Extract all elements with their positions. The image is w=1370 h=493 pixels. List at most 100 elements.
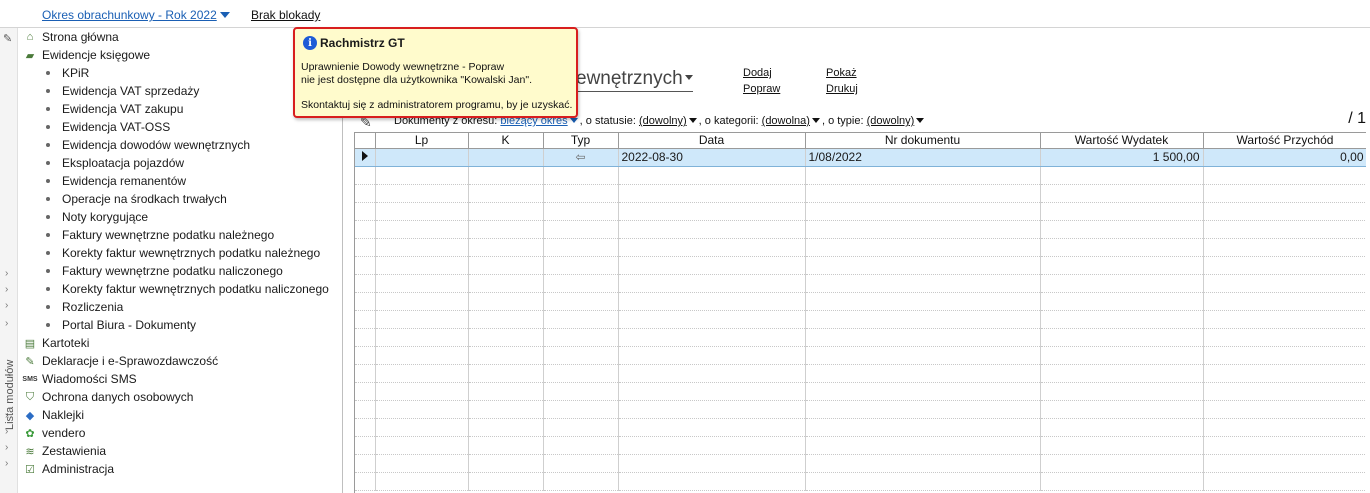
- show-link[interactable]: Pokaż: [826, 67, 857, 79]
- table-row-empty[interactable]: [355, 238, 1366, 257]
- table-row-empty[interactable]: [355, 400, 1366, 419]
- sidebar-subitem-vat-oss[interactable]: Ewidencja VAT-OSS: [46, 118, 170, 136]
- expand-chevron-icon[interactable]: ›: [5, 442, 8, 453]
- sidebar-subitem-vat-sales[interactable]: Ewidencja VAT sprzedaży: [46, 82, 199, 100]
- table-row-empty[interactable]: [355, 328, 1366, 347]
- edit-link[interactable]: Popraw: [743, 83, 780, 95]
- table-row-empty[interactable]: [355, 274, 1366, 293]
- empty-cell: [1203, 274, 1366, 293]
- table-row-empty[interactable]: [355, 454, 1366, 473]
- sidebar-item-home[interactable]: ⌂ Strona główna: [22, 28, 119, 46]
- column-header-nr[interactable]: Nr dokumentu: [805, 133, 1041, 149]
- sidebar-subitem-inventory[interactable]: Ewidencja remanentów: [46, 172, 186, 190]
- empty-cell: [1203, 202, 1366, 221]
- register-title-dropdown[interactable]: ewnętrznych: [576, 68, 693, 92]
- category-filter-dropdown[interactable]: (dowolna): [762, 115, 820, 127]
- sidebar-subitem-correction-notes[interactable]: Noty korygujące: [46, 208, 148, 226]
- period-dropdown[interactable]: Okres obrachunkowy - Rok 2022: [42, 8, 230, 22]
- empty-cell: [543, 310, 619, 329]
- empty-cell: [375, 472, 469, 491]
- empty-cell: [355, 310, 376, 329]
- empty-cell: [1040, 238, 1204, 257]
- sidebar-item-sms[interactable]: SMS Wiadomości SMS: [22, 370, 136, 388]
- documents-table[interactable]: Lp K Typ Data Nr dokumentu Wartość Wydat…: [354, 132, 1366, 493]
- sidebar-item-reports[interactable]: ≋ Zestawienia: [22, 442, 106, 460]
- table-row-empty[interactable]: [355, 292, 1366, 311]
- expand-chevron-icon[interactable]: ›: [5, 318, 8, 329]
- empty-cell: [1203, 418, 1366, 437]
- table-row[interactable]: ⇦ 2022-08-30 1/08/2022 1 500,00 0,00: [355, 147, 1366, 167]
- empty-cell: [618, 292, 806, 311]
- cell-typ: ⇦: [543, 147, 619, 167]
- empty-cell: [1040, 184, 1204, 203]
- table-row-empty[interactable]: [355, 202, 1366, 221]
- table-row-empty[interactable]: [355, 256, 1366, 275]
- expand-chevron-icon[interactable]: ›: [5, 458, 8, 469]
- module-list-strip[interactable]: ✎ › › › › › › › › Lista modułów: [0, 28, 18, 493]
- sidebar-subitem-kpir[interactable]: KPiR: [46, 64, 89, 82]
- empty-cell: [355, 292, 376, 311]
- column-header-lp[interactable]: Lp: [375, 133, 469, 149]
- column-header-typ[interactable]: Typ: [543, 133, 619, 149]
- sidebar-item-records[interactable]: ▤ Kartoteki: [22, 334, 90, 352]
- empty-cell: [618, 400, 806, 419]
- sidebar-subitem-vat-purchase[interactable]: Ewidencja VAT zakupu: [46, 100, 183, 118]
- empty-cell: [805, 418, 1041, 437]
- table-row-empty[interactable]: [355, 166, 1366, 185]
- table-row-empty[interactable]: [355, 346, 1366, 365]
- sidebar-item-stickers[interactable]: ◆ Naklejki: [22, 406, 84, 424]
- empty-cell: [1040, 202, 1204, 221]
- table-row-empty[interactable]: [355, 472, 1366, 491]
- empty-cell: [805, 436, 1041, 455]
- chevron-down-icon: [688, 118, 697, 123]
- sidebar-subitem-internal-docs[interactable]: Ewidencja dowodów wewnętrznych: [46, 136, 250, 154]
- sidebar-item-vendero[interactable]: ✿ vendero: [22, 424, 85, 442]
- empty-cell: [543, 382, 619, 401]
- lock-status-link[interactable]: Brak blokady: [251, 8, 320, 22]
- column-header-wydatek[interactable]: Wartość Wydatek: [1040, 133, 1204, 149]
- pin-icon[interactable]: ✎: [3, 32, 12, 45]
- chevron-down-icon: [569, 118, 578, 123]
- sidebar-item-declarations[interactable]: ✎ Deklaracje i e-Sprawozdawczość: [22, 352, 218, 370]
- table-row-empty[interactable]: [355, 436, 1366, 455]
- table-row-empty[interactable]: [355, 220, 1366, 239]
- sidebar-subitem-vehicles[interactable]: Eksploatacja pojazdów: [46, 154, 184, 172]
- table-row-empty[interactable]: [355, 184, 1366, 203]
- empty-cell: [355, 184, 376, 203]
- print-link[interactable]: Drukuj: [826, 83, 858, 95]
- sidebar-item-data-protection[interactable]: ⛉ Ochrona danych osobowych: [22, 388, 194, 406]
- expand-chevron-icon[interactable]: ›: [5, 284, 8, 295]
- sidebar-subitem-settlements[interactable]: Rozliczenia: [46, 298, 123, 316]
- column-header-k[interactable]: K: [468, 133, 544, 149]
- expand-chevron-icon[interactable]: ›: [5, 268, 8, 279]
- sidebar-subitem-internal-corrections-due[interactable]: Korekty faktur wewnętrznych podatku nale…: [46, 244, 320, 262]
- sidebar-item-administration[interactable]: ☑ Administracja: [22, 460, 114, 478]
- column-header-przychod[interactable]: Wartość Przychód: [1203, 133, 1366, 149]
- sidebar-item-ledgers[interactable]: ▰ Ewidencje księgowe: [22, 46, 150, 64]
- empty-cell: [375, 310, 469, 329]
- add-link[interactable]: Dodaj: [743, 67, 772, 79]
- row-indicator-header: [355, 133, 376, 149]
- status-filter-dropdown[interactable]: (dowolny): [639, 115, 697, 127]
- sidebar-subitem-portal-docs[interactable]: Portal Biura - Dokumenty: [46, 316, 196, 334]
- chevron-down-icon: [811, 118, 820, 123]
- empty-cell: [543, 256, 619, 275]
- table-row-empty[interactable]: [355, 418, 1366, 437]
- empty-cell: [1040, 274, 1204, 293]
- table-row-empty[interactable]: [355, 382, 1366, 401]
- expand-chevron-icon[interactable]: ›: [5, 300, 8, 311]
- sidebar-subitem-internal-corrections-input[interactable]: Korekty faktur wewnętrznych podatku nali…: [46, 280, 329, 298]
- empty-cell: [1040, 418, 1204, 437]
- sidebar-subitem-internal-invoices-input[interactable]: Faktury wewnętrzne podatku naliczonego: [46, 262, 283, 280]
- empty-cell: [543, 472, 619, 491]
- sidebar-subitem-fixed-assets[interactable]: Operacje na środkach trwałych: [46, 190, 227, 208]
- type-filter-dropdown[interactable]: (dowolny): [867, 115, 925, 127]
- table-row-empty[interactable]: [355, 364, 1366, 383]
- empty-cell: [805, 202, 1041, 221]
- sidebar-subitem-internal-invoices-due[interactable]: Faktury wewnętrzne podatku należnego: [46, 226, 274, 244]
- column-header-data[interactable]: Data: [618, 133, 806, 149]
- table-row-empty[interactable]: [355, 310, 1366, 329]
- empty-cell: [375, 382, 469, 401]
- table-header: Lp K Typ Data Nr dokumentu Wartość Wydat…: [355, 133, 1366, 149]
- shield-icon: ⛉: [25, 390, 35, 403]
